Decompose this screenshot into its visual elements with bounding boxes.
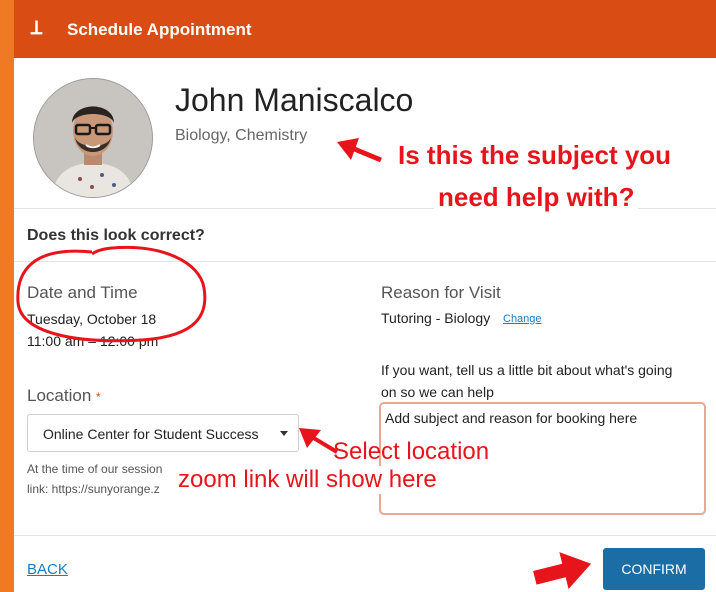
app-logo-icon: ꓕ bbox=[31, 18, 42, 38]
select-location-annotation: Select location bbox=[333, 438, 490, 465]
location-select[interactable]: Online Center for Student Success bbox=[27, 414, 299, 452]
subject-question-line1: Is this the subject you bbox=[398, 140, 672, 170]
arrow-to-subjects bbox=[337, 138, 382, 163]
notes-textarea-value: Add subject and reason for booking here bbox=[385, 410, 638, 426]
notes-prompt-line1: If you want, tell us a little bit about … bbox=[381, 362, 673, 378]
dialog-header: ꓕ Schedule Appointment bbox=[14, 0, 716, 58]
change-reason-link[interactable]: Change bbox=[503, 313, 542, 325]
required-marker: * bbox=[96, 390, 101, 404]
location-label: Location * bbox=[27, 386, 101, 406]
tutor-photo bbox=[34, 79, 152, 197]
notes-prompt-line2: on so we can help bbox=[381, 384, 494, 400]
dialog-title: Schedule Appointment bbox=[67, 20, 252, 39]
location-note-line2: link: https://sunyorange.z bbox=[27, 482, 160, 496]
tutor-name: John Maniscalco bbox=[175, 82, 414, 118]
date-time-circle-annotation bbox=[16, 245, 207, 343]
reason-value: Tutoring - Biology bbox=[381, 310, 491, 326]
zoom-link-annotation: zoom link will show here bbox=[175, 466, 440, 494]
location-label-text: Location bbox=[27, 386, 92, 405]
chevron-down-icon bbox=[280, 431, 288, 436]
tutor-subjects: Biology, Chemistry bbox=[175, 127, 308, 144]
location-note-line1: At the time of our session bbox=[27, 462, 163, 476]
subject-question-line2: need help with? bbox=[434, 182, 639, 213]
confirm-button[interactable]: CONFIRM bbox=[603, 548, 705, 590]
reason-label: Reason for Visit bbox=[381, 283, 501, 302]
back-link[interactable]: BACK bbox=[27, 561, 68, 578]
tutor-avatar bbox=[33, 78, 153, 198]
arrow-to-confirm bbox=[533, 552, 592, 589]
divider-footer bbox=[14, 535, 716, 536]
location-select-value: Online Center for Student Success bbox=[43, 426, 259, 442]
